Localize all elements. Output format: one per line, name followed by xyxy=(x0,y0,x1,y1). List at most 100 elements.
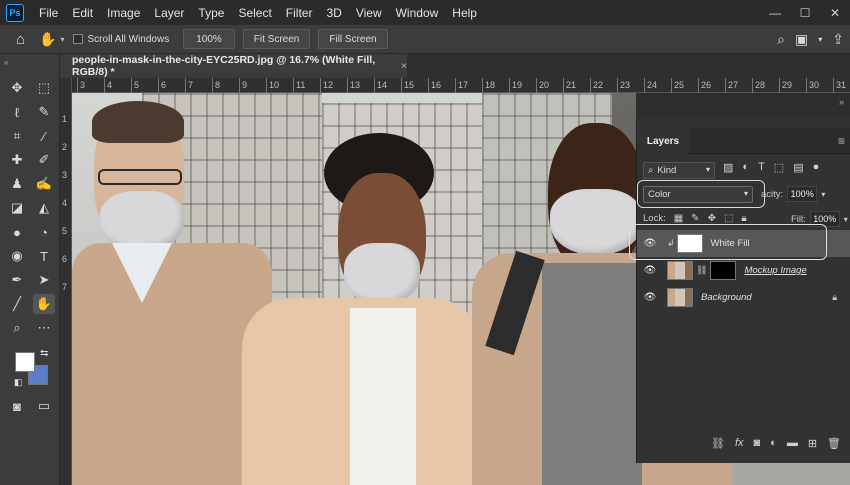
zoom-100-button[interactable]: 100% xyxy=(183,29,235,49)
swap-colors-icon[interactable]: ⇆ xyxy=(40,348,48,359)
history-brush-tool-icon[interactable]: ✍ xyxy=(33,174,55,194)
photoshop-logo-icon[interactable]: Ps xyxy=(6,3,24,22)
quick-selection-tool-icon[interactable]: ✎ xyxy=(33,102,55,122)
lasso-tool-icon[interactable]: ℓ xyxy=(6,102,28,122)
type-tool-icon[interactable]: T xyxy=(33,246,55,266)
search-icon[interactable]: ⌕ xyxy=(777,31,785,48)
layer-row-mockup-image[interactable]: 👁︎ ⛓ Mockup Image xyxy=(637,257,850,284)
menu-file[interactable]: File xyxy=(32,6,65,20)
panel-menu-icon[interactable]: ≡ xyxy=(838,134,845,148)
filter-kind-select[interactable]: ⌕ Kind ▾ xyxy=(643,162,715,179)
layer-mask-thumbnail[interactable] xyxy=(710,261,737,280)
smart-object-filter-icon[interactable]: ▤ xyxy=(793,161,803,174)
zoom-tool-icon[interactable]: ⌕ xyxy=(6,318,28,338)
opacity-label: acity: xyxy=(761,188,784,200)
collapse-panel-icon[interactable]: « xyxy=(4,58,8,67)
hand-tool-icon[interactable]: ✋ xyxy=(33,294,55,314)
menu-type[interactable]: Type xyxy=(191,6,231,20)
person-left-glasses xyxy=(98,169,182,185)
more-tools-icon[interactable]: ⋯ xyxy=(33,318,55,338)
chevron-down-icon[interactable]: ▾ xyxy=(844,215,848,224)
ruler-tick: 6 xyxy=(157,78,167,93)
path-selection-tool-icon[interactable]: ➤ xyxy=(33,270,55,290)
share-icon[interactable]: ⇪ xyxy=(832,31,844,48)
sponge-tool-icon[interactable]: ◉ xyxy=(6,246,28,266)
lock-position-icon[interactable]: ✥ xyxy=(708,213,716,224)
menu-filter[interactable]: Filter xyxy=(279,6,320,20)
lock-transparency-icon[interactable]: ▦ xyxy=(674,213,683,224)
menu-layer[interactable]: Layer xyxy=(147,6,191,20)
menu-image[interactable]: Image xyxy=(100,6,147,20)
maximize-button[interactable]: ☐ xyxy=(790,0,820,25)
layer-thumbnail xyxy=(667,261,693,280)
pixel-filter-icon[interactable]: ▨ xyxy=(723,161,733,174)
default-colors-icon[interactable]: ◧ xyxy=(14,377,23,388)
adjustment-layer-icon[interactable]: ◐ xyxy=(770,437,777,449)
lock-image-icon[interactable]: ✎ xyxy=(691,213,699,224)
lock-label: Lock: xyxy=(643,212,666,224)
delete-layer-icon[interactable]: 🗑︎ xyxy=(827,437,841,450)
type-filter-icon[interactable]: T xyxy=(758,161,765,174)
paint-bucket-tool-icon[interactable]: ◭ xyxy=(33,198,55,218)
new-group-icon[interactable]: ▬ xyxy=(787,437,798,449)
chevron-down-icon[interactable]: ▾ xyxy=(61,35,65,44)
lock-all-icon[interactable]: 🔒︎ xyxy=(741,213,746,224)
chevron-down-icon[interactable]: ▾ xyxy=(818,35,822,44)
collapse-dock-icon[interactable]: » xyxy=(839,97,844,107)
marquee-tool-icon[interactable]: ⬚ xyxy=(33,78,55,98)
menu-3d[interactable]: 3D xyxy=(319,6,348,20)
chevron-down-icon[interactable]: ▾ xyxy=(821,190,825,199)
line-tool-icon[interactable]: ╱ xyxy=(6,294,28,314)
ruler-tick: 9 xyxy=(238,78,248,93)
screen-mode-icon[interactable]: ▭ xyxy=(33,396,55,416)
layer-name[interactable]: Mockup Image xyxy=(744,265,806,276)
hand-tool-preset-icon[interactable]: ✋ xyxy=(39,31,56,48)
menu-edit[interactable]: Edit xyxy=(65,6,100,20)
menu-view[interactable]: View xyxy=(349,6,389,20)
eyedropper-tool-icon[interactable]: ⁄ xyxy=(33,126,55,146)
menu-window[interactable]: Window xyxy=(389,6,446,20)
opacity-input[interactable]: 100% xyxy=(787,186,818,202)
ruler-tick: 20 xyxy=(535,78,550,93)
clone-stamp-tool-icon[interactable]: ♟ xyxy=(6,174,28,194)
ruler-tick: 2 xyxy=(62,142,68,152)
quick-mask-icon[interactable]: ◙ xyxy=(6,396,28,416)
horizontal-ruler: 3 4 5 6 7 8 9 10 11 12 13 14 15 16 17 18 19 20 21 22 23 24 25 2… xyxy=(72,78,850,93)
scroll-all-windows-checkbox[interactable]: Scroll All Windows xyxy=(72,34,169,45)
visibility-eye-icon[interactable]: 👁︎ xyxy=(637,292,663,303)
healing-brush-tool-icon[interactable]: ✚ xyxy=(6,150,28,170)
lock-artboard-icon[interactable]: ⬚ xyxy=(724,213,733,224)
minimize-button[interactable]: — xyxy=(760,0,790,25)
fit-screen-button[interactable]: Fit Screen xyxy=(242,29,311,49)
crop-tool-icon[interactable]: ⌗ xyxy=(6,126,28,146)
close-window-button[interactable]: ✕ xyxy=(820,0,850,25)
layers-tab[interactable]: Layers xyxy=(637,128,689,154)
eraser-tool-icon[interactable]: ◪ xyxy=(6,198,28,218)
blur-tool-icon[interactable]: ● xyxy=(6,222,28,242)
filter-toggle-icon[interactable]: ● xyxy=(813,161,820,174)
layer-row-background[interactable]: 👁︎ Background 🔒︎ xyxy=(637,284,850,311)
add-mask-icon[interactable]: ◙ xyxy=(754,437,761,449)
new-layer-icon[interactable]: ⊞ xyxy=(808,437,817,450)
layer-style-fx-icon[interactable]: fx xyxy=(735,437,744,449)
checkbox-icon[interactable] xyxy=(72,34,83,44)
document-tab[interactable]: people-in-mask-in-the-city-EYC25RD.jpg @… xyxy=(60,54,407,78)
layer-name[interactable]: Background xyxy=(701,292,752,303)
brush-tool-icon[interactable]: ✐ xyxy=(33,150,55,170)
adjustment-filter-icon[interactable]: ◐ xyxy=(742,161,749,174)
workspace-icon[interactable]: ▣ xyxy=(795,31,808,48)
foreground-color-swatch[interactable] xyxy=(15,352,35,372)
pen-tool-icon[interactable]: ✒ xyxy=(6,270,28,290)
visibility-eye-icon[interactable]: 👁︎ xyxy=(637,265,663,276)
ruler-tick: 30 xyxy=(805,78,820,93)
menu-help[interactable]: Help xyxy=(445,6,484,20)
menu-select[interactable]: Select xyxy=(231,6,278,20)
link-layers-icon[interactable]: ⛓ xyxy=(711,437,725,450)
dodge-tool-icon[interactable]: ◔ xyxy=(33,222,55,242)
shape-filter-icon[interactable]: ⬚ xyxy=(774,161,784,174)
close-tab-icon[interactable]: × xyxy=(401,60,407,72)
move-tool-icon[interactable]: ✥ xyxy=(6,78,28,98)
home-icon[interactable]: ⌂ xyxy=(16,31,25,48)
fill-screen-button[interactable]: Fill Screen xyxy=(318,29,388,49)
link-icon[interactable]: ⛓ xyxy=(696,265,707,276)
